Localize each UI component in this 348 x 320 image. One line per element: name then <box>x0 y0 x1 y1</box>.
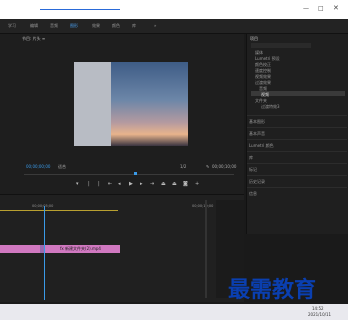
section-library[interactable]: 库 <box>247 151 347 163</box>
step-back-icon[interactable]: ◂ <box>118 181 121 187</box>
go-out-icon[interactable]: ⇥ <box>150 181 154 187</box>
extract-icon[interactable]: ⏏ <box>172 181 177 187</box>
timecode-left[interactable]: 00;00;00;00 <box>26 164 50 169</box>
tab-edit[interactable]: 编辑 <box>30 23 38 29</box>
minimize-icon[interactable]: — <box>303 5 309 12</box>
tab-learn[interactable]: 学习 <box>8 23 16 29</box>
section-info[interactable]: 信息 <box>247 187 347 199</box>
scrub-bar[interactable] <box>24 174 234 175</box>
timeline-scrollbar[interactable] <box>205 200 207 298</box>
plus-icon[interactable]: + <box>195 181 199 187</box>
workspace-bar: 学习 编辑 音频 图形 效果 颜色 库 » <box>0 19 348 34</box>
out-point-icon[interactable]: | <box>98 181 100 187</box>
maximize-icon[interactable]: □ <box>318 5 324 12</box>
tab-more[interactable]: » <box>154 23 156 28</box>
go-in-icon[interactable]: ⇤ <box>108 181 112 187</box>
tab-color[interactable]: 颜色 <box>112 23 120 29</box>
step-forward-icon[interactable]: ▸ <box>140 181 143 187</box>
section-sound[interactable]: 基本声音 <box>247 127 347 139</box>
marker-icon[interactable]: ▾ <box>76 181 79 187</box>
taskbar: 14:52 2021/10/11 <box>0 304 348 320</box>
video-clip[interactable]: fx 新建文件夹(2).mp4 <box>0 245 120 253</box>
taskbar-clock: 14:52 <box>312 306 324 311</box>
watermark: 最需教育 <box>228 278 317 303</box>
section-graphics[interactable]: 基本图形 <box>247 115 347 127</box>
title-bar: — □ ✕ <box>0 0 348 19</box>
playhead-marker[interactable] <box>134 172 137 175</box>
play-icon[interactable]: ▶ <box>129 181 133 187</box>
project-search-input[interactable] <box>251 43 311 48</box>
tab-effects[interactable]: 效果 <box>92 23 100 29</box>
sky-image <box>111 62 188 146</box>
export-frame-icon[interactable]: ◙ <box>183 181 188 187</box>
in-point-icon[interactable]: | <box>88 181 90 187</box>
wrench-icon[interactable]: ✎ <box>206 164 209 169</box>
tab-graphics[interactable]: 图形 <box>70 23 78 29</box>
tab-library[interactable]: 库 <box>132 23 136 29</box>
work-area-bar <box>0 210 118 211</box>
taskbar-date: 2021/10/11 <box>308 312 332 317</box>
section-markers[interactable]: 标记 <box>247 163 347 175</box>
project-item[interactable]: 过渡特效3 <box>261 104 280 110</box>
resolution-dropdown[interactable]: 1/2 <box>180 164 186 169</box>
transport-controls <box>0 178 244 192</box>
close-icon[interactable]: ✕ <box>333 4 339 12</box>
tab-audio[interactable]: 音频 <box>50 23 58 29</box>
fit-dropdown[interactable]: 适合 <box>58 164 66 170</box>
clip-label: fx 新建文件夹(2).mp4 <box>60 246 101 251</box>
timecode-right: 00;00;10;00 <box>212 164 237 169</box>
section-lumetri[interactable]: Lumetri 颜色 <box>247 139 347 151</box>
playhead-line[interactable] <box>44 206 45 300</box>
project-title: 项目 <box>250 36 258 41</box>
video-frame <box>74 62 188 146</box>
ruler-mark-5s: 00;00;05;00 <box>32 204 54 208</box>
section-history[interactable]: 历史记录 <box>247 175 347 187</box>
ruler-mark-10s: 00;00;10;00 <box>192 204 214 208</box>
program-label: 节目: 片头 ≡ <box>22 36 46 41</box>
transition-wipe <box>74 62 111 146</box>
title-progress-line <box>40 9 120 10</box>
lift-icon[interactable]: ⏏ <box>161 181 166 187</box>
